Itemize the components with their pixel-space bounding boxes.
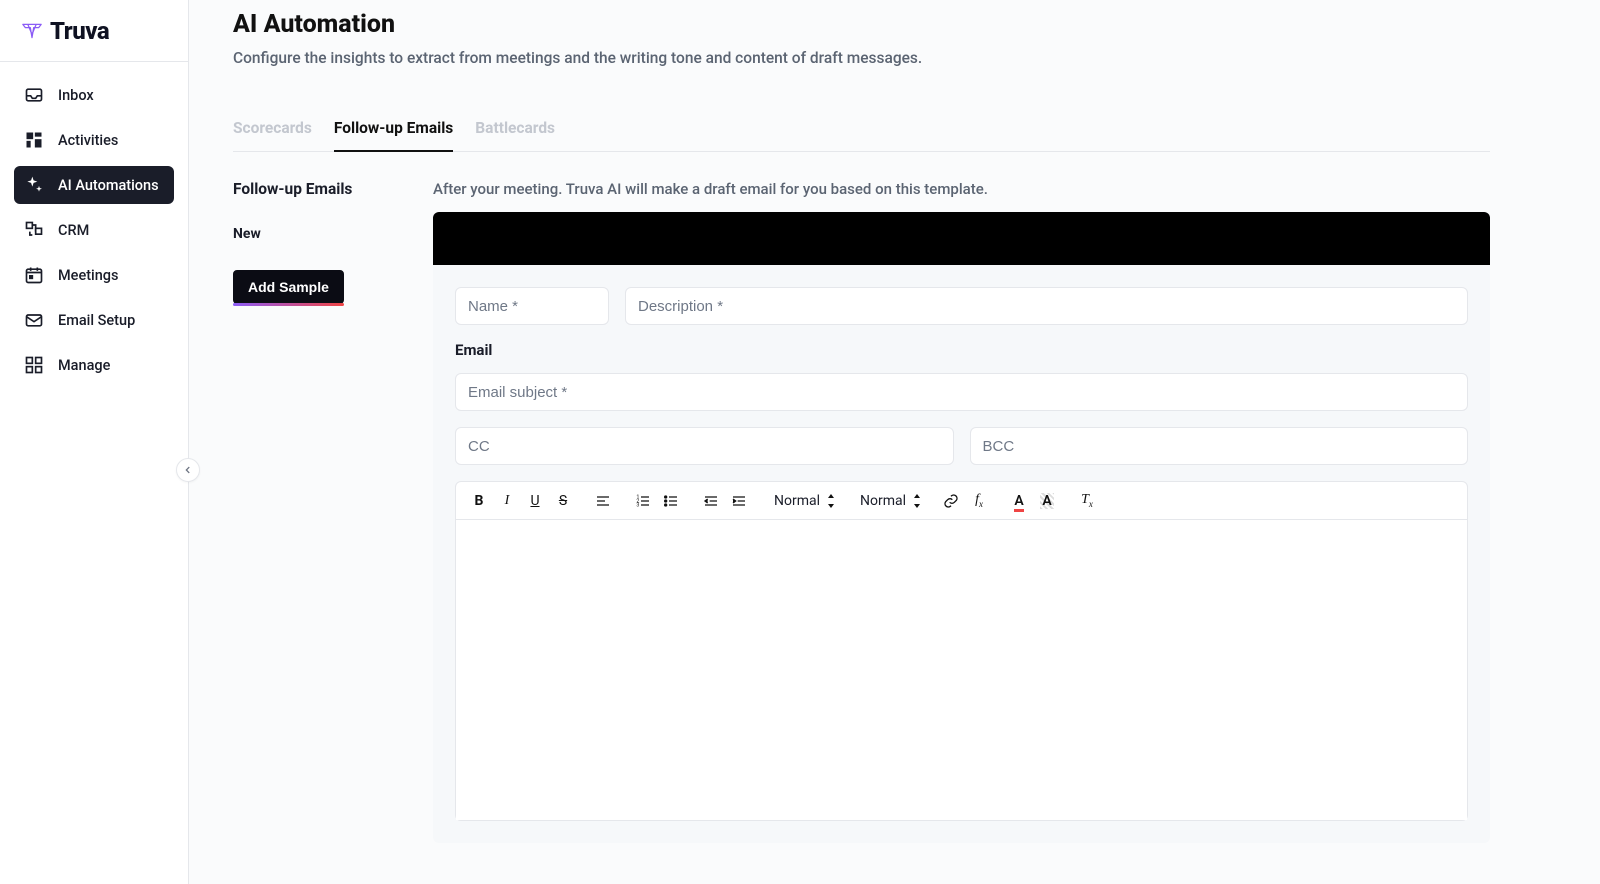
sidebar-item-label: Activities xyxy=(58,132,118,149)
sidebar: Truva Inbox Activities AI Automation xyxy=(0,0,189,884)
clear-format-icon: Tx xyxy=(1081,492,1093,509)
align-left-icon xyxy=(595,493,611,509)
collapse-sidebar-button[interactable] xyxy=(176,458,200,482)
link-button[interactable] xyxy=(938,488,964,514)
underline-button[interactable]: U xyxy=(522,488,548,514)
calendar-icon xyxy=(24,265,44,285)
page-subtitle: Configure the insights to extract from m… xyxy=(233,49,1490,67)
section-heading: Follow-up Emails xyxy=(233,180,393,198)
email-body-editor: B I U S xyxy=(455,481,1468,821)
indent-icon xyxy=(731,493,747,509)
heading-select[interactable]: Normal xyxy=(766,488,838,514)
sidebar-item-crm[interactable]: CRM xyxy=(14,211,174,249)
sidebar-item-label: Manage xyxy=(58,357,110,374)
bullet-list-button[interactable] xyxy=(658,488,684,514)
size-select-value: Normal xyxy=(860,493,906,509)
sidebar-item-label: CRM xyxy=(58,222,89,239)
sidebar-item-manage[interactable]: Manage xyxy=(14,346,174,384)
sidebar-item-inbox[interactable]: Inbox xyxy=(14,76,174,114)
editor-body[interactable] xyxy=(456,520,1467,820)
svg-text:3: 3 xyxy=(636,502,639,508)
clear-format-button[interactable]: Tx xyxy=(1074,488,1100,514)
tab-scorecards[interactable]: Scorecards xyxy=(233,119,312,151)
size-select[interactable]: Normal xyxy=(852,488,924,514)
editor-toolbar: B I U S xyxy=(456,482,1467,520)
content-row: Follow-up Emails New Add Sample After yo… xyxy=(233,180,1490,843)
email-section-label: Email xyxy=(455,341,1468,359)
text-color-button[interactable]: A xyxy=(1006,488,1032,514)
logo-text: Truva xyxy=(50,17,109,45)
select-arrows-icon xyxy=(912,494,922,508)
tab-battlecards[interactable]: Battlecards xyxy=(475,119,555,151)
indent-button[interactable] xyxy=(726,488,752,514)
activities-icon xyxy=(24,130,44,150)
left-column: Follow-up Emails New Add Sample xyxy=(233,180,393,843)
main: AI Automation Configure the insights to … xyxy=(189,0,1600,884)
text-color-icon: A xyxy=(1014,493,1023,509)
sidebar-item-label: Meetings xyxy=(58,267,119,284)
outdent-button[interactable] xyxy=(698,488,724,514)
cc-input[interactable] xyxy=(455,427,954,465)
card-body: Email B I U xyxy=(433,265,1490,843)
nav: Inbox Activities AI Automations CRM xyxy=(0,62,188,398)
heading-select-value: Normal xyxy=(774,493,820,509)
name-input[interactable] xyxy=(455,287,609,325)
ordered-list-icon: 123 xyxy=(635,493,651,509)
logo-mark-icon xyxy=(22,21,42,41)
grid-icon xyxy=(24,355,44,375)
crm-icon xyxy=(24,220,44,240)
sidebar-item-ai-automations[interactable]: AI Automations xyxy=(14,166,174,204)
formula-button[interactable]: fx xyxy=(966,488,992,514)
right-column: After your meeting. Truva AI will make a… xyxy=(433,180,1490,843)
inbox-icon xyxy=(24,85,44,105)
sidebar-item-email-setup[interactable]: Email Setup xyxy=(14,301,174,339)
strikethrough-button[interactable]: S xyxy=(550,488,576,514)
formula-icon: fx xyxy=(975,492,983,509)
sidebar-item-label: Inbox xyxy=(58,87,94,104)
bullet-list-icon xyxy=(663,493,679,509)
sidebar-item-activities[interactable]: Activities xyxy=(14,121,174,159)
page-title: AI Automation xyxy=(233,10,1490,39)
chevron-left-icon xyxy=(183,465,193,475)
logo[interactable]: Truva xyxy=(22,17,109,45)
bold-button[interactable]: B xyxy=(466,488,492,514)
add-sample-button[interactable]: Add Sample xyxy=(233,270,344,304)
sidebar-item-meetings[interactable]: Meetings xyxy=(14,256,174,294)
template-card: Email B I U xyxy=(433,212,1490,843)
highlight-button[interactable]: A xyxy=(1034,488,1060,514)
align-button[interactable] xyxy=(590,488,616,514)
ordered-list-button[interactable]: 123 xyxy=(630,488,656,514)
hint-text: After your meeting. Truva AI will make a… xyxy=(433,180,1490,198)
description-input[interactable] xyxy=(625,287,1468,325)
bcc-input[interactable] xyxy=(970,427,1469,465)
tabs: Scorecards Follow-up Emails Battlecards xyxy=(233,119,1490,152)
sidebar-item-label: Email Setup xyxy=(58,312,135,329)
select-arrows-icon xyxy=(826,494,836,508)
logo-area: Truva xyxy=(0,0,188,62)
highlight-icon: A xyxy=(1040,493,1053,509)
sparkle-icon xyxy=(24,175,44,195)
sidebar-item-label: AI Automations xyxy=(58,177,159,194)
mail-icon xyxy=(24,310,44,330)
outdent-icon xyxy=(703,493,719,509)
template-new[interactable]: New xyxy=(233,226,393,242)
italic-button[interactable]: I xyxy=(494,488,520,514)
email-subject-input[interactable] xyxy=(455,373,1468,411)
link-icon xyxy=(943,493,959,509)
tab-follow-up-emails[interactable]: Follow-up Emails xyxy=(334,119,453,151)
card-header-bar xyxy=(433,212,1490,265)
